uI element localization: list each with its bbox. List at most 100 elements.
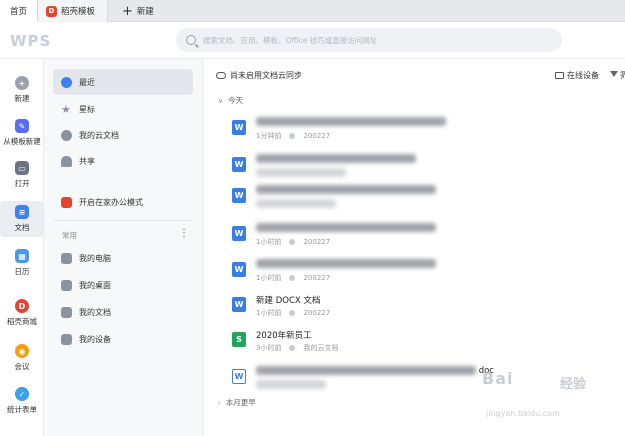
file-meta (256, 168, 346, 177)
rail-label: 从模板新建 (3, 137, 41, 146)
calendar-icon: ▦ (15, 249, 29, 263)
file-name: 2020年新员工 (256, 331, 312, 341)
redacted-text (256, 154, 416, 163)
rail-item-template-new[interactable]: ✎ 从模板新建 (0, 119, 44, 147)
location-icon (289, 239, 296, 245)
redacted-text (256, 380, 326, 389)
secondary-nav: 最近 ★ 星标 我的云文档 共享 开启在家办公模式 常用 ⋮ 我的电脑 我的桌面… (45, 59, 203, 436)
file-row[interactable]: W 1小时前 200227 (232, 259, 612, 289)
online-devices-button[interactable]: 在线设备 (555, 70, 599, 81)
file-meta (256, 199, 336, 208)
nav-item-home-office[interactable]: 开启在家办公模式 (53, 189, 193, 215)
nav-label: 最近 (79, 77, 95, 87)
tab-docer-label: 稻壳模板 (61, 7, 96, 17)
home-office-icon (61, 196, 72, 208)
rail-item-new[interactable]: + 新建 (0, 76, 44, 104)
redacted-text (256, 366, 476, 375)
file-meta: 1小时前 200227 (256, 273, 330, 283)
location-icon (289, 133, 296, 139)
file-meta (256, 380, 326, 389)
nav-item-my-devices[interactable]: 我的设备 (53, 326, 193, 352)
plus-icon: + (122, 3, 133, 19)
file-row[interactable]: S 2020年新员工 3小时前 我的云文档 (232, 329, 612, 359)
monitor-icon (555, 72, 564, 79)
word-doc-icon: W (232, 120, 246, 135)
rail-item-calendar[interactable]: ▦ 日历 (0, 249, 44, 277)
word-doc-icon: W (232, 262, 246, 277)
nav-item-recent[interactable]: 最近 (53, 69, 193, 95)
redacted-text (256, 223, 436, 232)
redacted-text (256, 259, 436, 268)
file-time: 3小时前 (256, 344, 282, 352)
nav-item-cloud-docs[interactable]: 我的云文档 (53, 122, 193, 148)
cloud-icon (216, 72, 226, 79)
nav-label: 我的文档 (79, 307, 111, 317)
nav-label: 我的桌面 (79, 280, 111, 290)
file-row[interactable]: W (232, 185, 612, 215)
watermark-cn: 经验 (560, 377, 587, 392)
desktop-icon (61, 279, 72, 291)
file-row[interactable]: W 1分钟前 200227 (232, 117, 612, 147)
tab-home-label: 首页 (9, 7, 27, 17)
file-name (256, 117, 446, 127)
word-doc-icon: W (232, 369, 246, 384)
nav-item-starred[interactable]: ★ 星标 (53, 96, 193, 122)
cloud-location-icon (289, 345, 296, 351)
file-time: 1小时前 (256, 309, 282, 317)
search-placeholder: 搜索文档、应用、模板、Office 技巧或直接访问网址 (203, 35, 378, 45)
header: WPS 搜索文档、应用、模板、Office 技巧或直接访问网址 (0, 22, 625, 59)
left-rail: + 新建 ✎ 从模板新建 ▭ 打开 ≡ 文档 ▦ 日历 D 稻壳商城 ◉ 会议 … (0, 59, 44, 436)
meeting-icon: ◉ (15, 344, 29, 358)
rail-label: 日历 (14, 267, 30, 276)
redacted-text (256, 185, 436, 194)
file-name (256, 259, 436, 269)
docer-store-icon: D (15, 299, 29, 313)
nav-divider (53, 220, 193, 221)
file-row[interactable]: W 1小时前 200227 (232, 223, 612, 253)
template-new-icon: ✎ (15, 119, 29, 133)
file-row[interactable]: W (232, 154, 612, 184)
docer-logo-icon: D (46, 5, 57, 17)
nav-item-my-computer[interactable]: 我的电脑 (53, 245, 193, 271)
computer-icon (61, 252, 72, 264)
location-icon (289, 275, 296, 281)
tab-docer-templates[interactable]: D 稻壳模板 (38, 0, 108, 22)
nav-label: 开启在家办公模式 (79, 197, 143, 207)
folder-icon: ▭ (15, 161, 29, 175)
nav-item-my-desktop[interactable]: 我的桌面 (53, 272, 193, 298)
group-earlier-this-month[interactable]: › 本月更早 (218, 397, 256, 408)
more-options-icon[interactable]: ⋮ (179, 228, 189, 239)
group-label: 今天 (228, 96, 244, 105)
search-input[interactable]: 搜索文档、应用、模板、Office 技巧或直接访问网址 (176, 28, 562, 52)
my-docs-icon (61, 306, 72, 318)
nav-item-shared[interactable]: 共享 (53, 148, 193, 174)
file-meta: 1分钟前 200227 (256, 131, 330, 141)
rail-item-documents[interactable]: ≡ 文档 (0, 201, 44, 237)
rail-label: 统计表单 (7, 405, 37, 414)
filter-label[interactable]: 筛 (620, 70, 625, 81)
group-today[interactable]: ∨ 今天 (218, 95, 243, 106)
file-row[interactable]: W 新建 DOCX 文档 1小时前 200227 (232, 294, 612, 324)
rail-item-docer-store[interactable]: D 稻壳商城 (0, 299, 44, 327)
cloud-sync-notice[interactable]: 尚未启用文档云同步 (216, 70, 302, 81)
word-doc-icon: W (232, 226, 246, 241)
search-icon (186, 35, 196, 45)
rail-label: 会议 (14, 362, 30, 371)
online-devices-label: 在线设备 (567, 71, 599, 80)
share-icon (61, 155, 72, 167)
new-tab-button[interactable]: + 新建 (114, 0, 174, 22)
rail-label: 新建 (14, 94, 30, 103)
rail-item-open[interactable]: ▭ 打开 (0, 161, 44, 189)
file-name (256, 223, 436, 233)
clock-icon (61, 76, 72, 88)
rail-item-meeting[interactable]: ◉ 会议 (0, 344, 44, 372)
tab-home[interactable]: 首页 (0, 0, 38, 22)
wps-logo: WPS (10, 32, 52, 50)
nav-item-my-documents[interactable]: 我的文档 (53, 299, 193, 325)
file-location: 我的云文档 (303, 344, 339, 352)
nav-section-common: 常用 (62, 231, 77, 240)
filter-icon[interactable] (610, 71, 618, 77)
new-tab-label: 新建 (136, 7, 154, 17)
file-time: 1小时前 (256, 238, 282, 246)
rail-item-form-stats[interactable]: ✓ 统计表单 (0, 387, 44, 415)
